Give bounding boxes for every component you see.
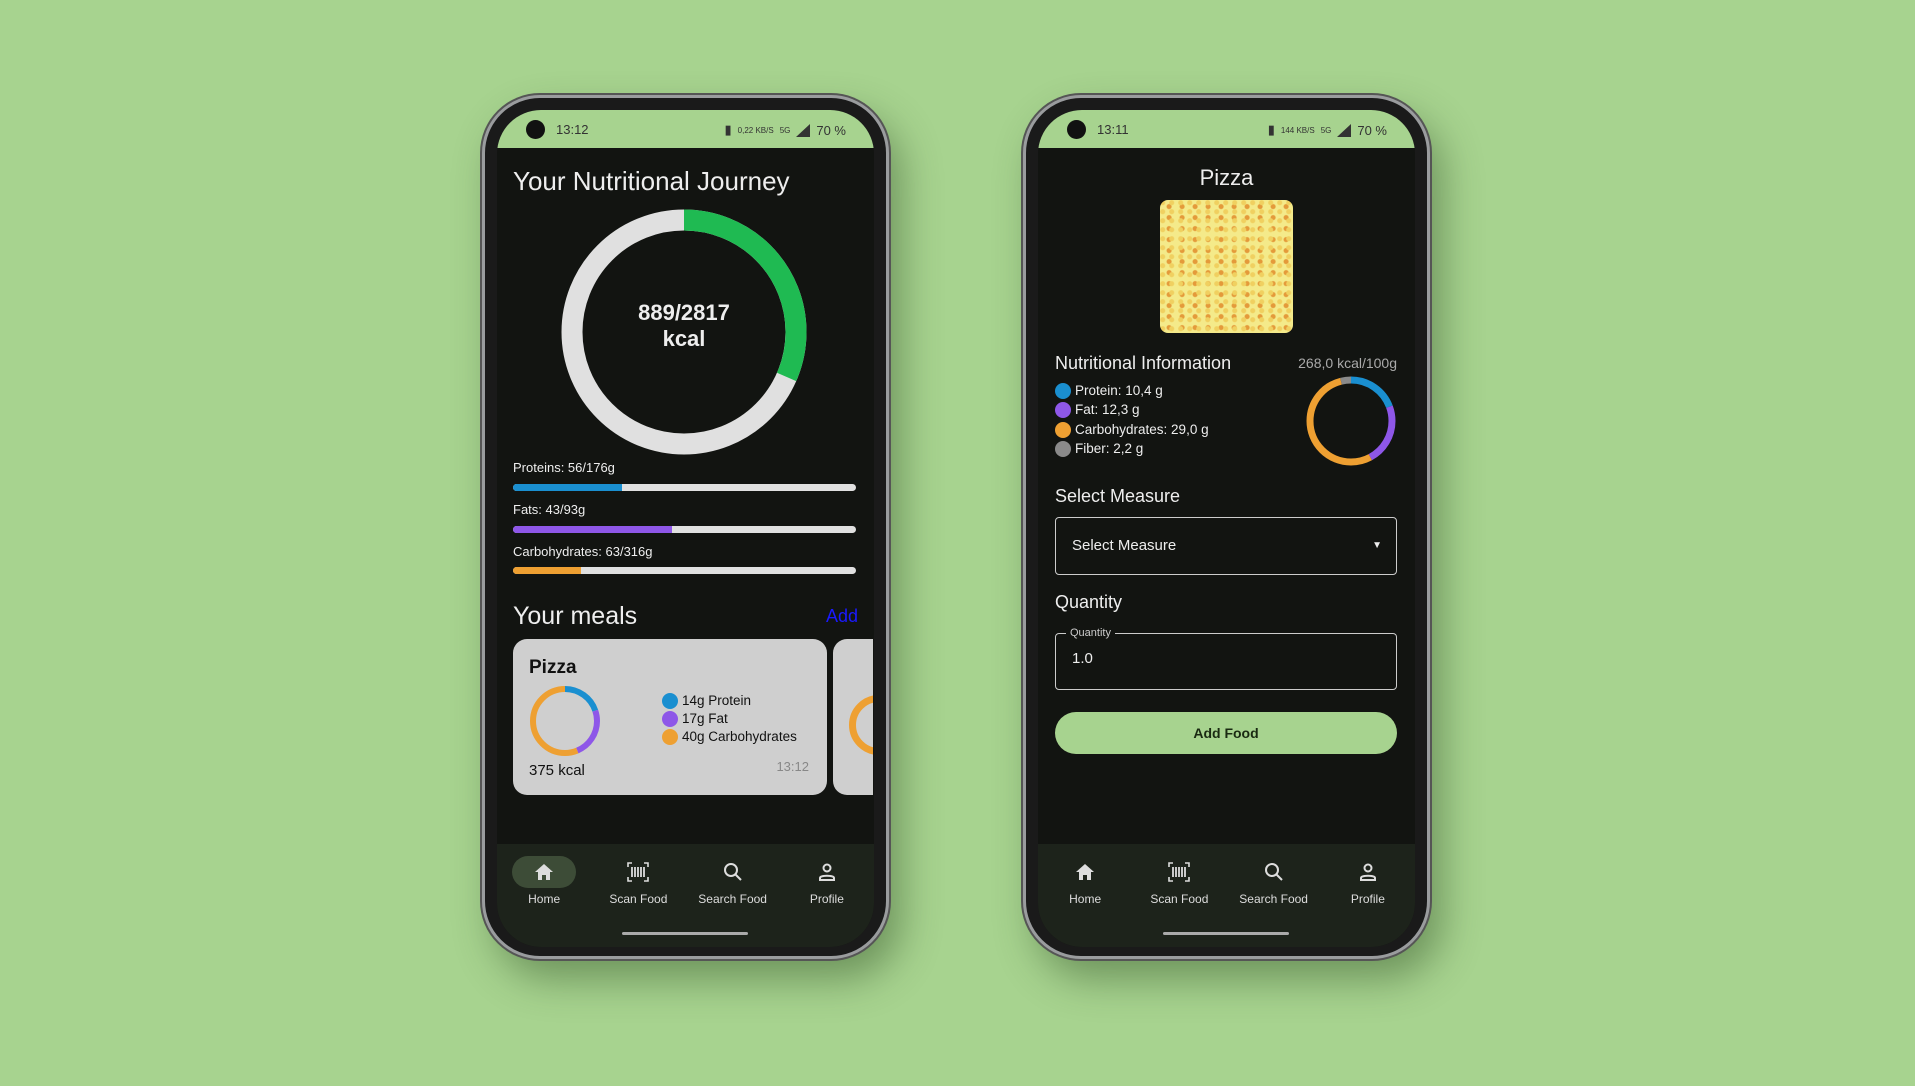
legend-fat: Fat: 12,3 g: [1055, 402, 1140, 419]
home-icon: [1053, 856, 1117, 888]
fat-value: Fat: 12,3 g: [1075, 402, 1140, 417]
fat-label: Fats: 43/93g: [513, 502, 586, 517]
carbs-value: Carbohydrates: 29,0 g: [1075, 422, 1209, 437]
home-screen: 13:12 ▮ 0,22 KB/S 5G 70 % Your Nutritional …: [497, 110, 874, 947]
carbs-bar: [513, 567, 856, 574]
network-speed: 144 KB/S: [1280, 125, 1315, 135]
kcal-per-100g: 268,0 kcal/100g: [1298, 355, 1397, 371]
search-icon: [701, 856, 765, 888]
meal-carbs: 40g Carbohydrates: [682, 729, 797, 744]
nav-label: Home: [1069, 892, 1102, 906]
add-meal-link[interactable]: Add: [826, 606, 858, 627]
fiber-value: Fiber: 2,2 g: [1075, 441, 1144, 456]
nav-label: Scan Food: [609, 892, 668, 906]
phone-food-detail: 13:11 ▮ 144 KB/S 5G 70 % Pizza Nutritional …: [1023, 95, 1430, 959]
calorie-summary: 889/2817 kcal: [584, 300, 784, 352]
quantity-heading: Quantity: [1055, 592, 1123, 612]
nav-label: Search Food: [1239, 892, 1308, 906]
signal-icon: [796, 123, 811, 137]
camera-cutout: [1067, 120, 1086, 139]
food-title: Pizza: [1199, 165, 1254, 190]
nav-label: Profile: [1350, 892, 1385, 906]
status-bar: 13:11 ▮ 144 KB/S 5G 70 %: [1038, 110, 1415, 148]
meal-fat: 17g Fat: [682, 711, 728, 726]
network-speed: 0,22 KB/S: [737, 125, 774, 135]
legend-protein: Protein: 10,4 g: [1055, 383, 1163, 400]
meal-card[interactable]: Pizza 375 kcal 14g Protein 17g Fat 40g C…: [513, 639, 827, 795]
fat-bar-fill: [513, 526, 672, 533]
carbs-dot: [1055, 422, 1071, 439]
protein-bar-fill: [513, 484, 623, 491]
calorie-unit: kcal: [662, 326, 706, 351]
meal-kcal: 375 kcal: [529, 762, 585, 779]
add-food-button[interactable]: Add Food: [1055, 712, 1397, 754]
meals-heading: Your meals: [513, 602, 638, 630]
barcode-scan-icon: [606, 856, 670, 888]
fat-dot: [662, 711, 678, 728]
legend-fiber: Fiber: 2,2 g: [1055, 441, 1144, 458]
phone-home: 13:12 ▮ 0,22 KB/S 5G 70 % Your Nutritional …: [482, 95, 889, 959]
nav-label: Profile: [809, 892, 844, 906]
nav-label: Scan Food: [1150, 892, 1209, 906]
camera-cutout: [526, 120, 545, 139]
nav-home[interactable]: Home: [497, 844, 591, 947]
battery-level: 70 %: [1357, 122, 1387, 138]
measure-select-value: Select Measure: [1072, 537, 1177, 554]
carbs-dot: [662, 729, 678, 746]
nav-label: Home: [528, 892, 561, 906]
meal-time: 13:12: [776, 759, 809, 774]
home-indicator: [1163, 932, 1289, 935]
fat-bar: [513, 526, 856, 533]
protein-bar: [513, 484, 856, 491]
nutrition-heading: Nutritional Information: [1055, 353, 1232, 373]
network-type: 5G: [1320, 125, 1332, 135]
fat-dot: [1055, 402, 1071, 419]
food-detail-screen: 13:11 ▮ 144 KB/S 5G 70 % Pizza Nutritional …: [1038, 110, 1415, 947]
search-icon: [1242, 856, 1306, 888]
measure-select[interactable]: Select Measure ▼: [1055, 517, 1397, 575]
page-title: Your Nutritional Journey: [513, 166, 790, 196]
meal-donut: [530, 686, 600, 756]
barcode-scan-icon: [1147, 856, 1211, 888]
person-icon: [795, 856, 859, 888]
nav-profile[interactable]: Profile: [1321, 844, 1415, 947]
meal-protein: 14g Protein: [682, 693, 752, 708]
status-time: 13:12: [556, 122, 589, 137]
battery-level: 70 %: [816, 122, 846, 138]
home-icon: [512, 856, 577, 888]
network-type: 5G: [779, 125, 791, 135]
measure-heading: Select Measure: [1055, 486, 1181, 506]
meal-legend: 14g Protein 17g Fat 40g Carbohydrates: [662, 692, 797, 746]
protein-dot: [1055, 383, 1071, 400]
status-time: 13:11: [1097, 122, 1129, 137]
meal-name: Pizza: [529, 657, 577, 678]
quantity-input-label: Quantity: [1066, 627, 1115, 639]
dropdown-arrow-icon: ▼: [1372, 540, 1382, 551]
vibrate-icon: ▮: [724, 122, 732, 137]
carbs-label: Carbohydrates: 63/316g: [513, 544, 653, 559]
fiber-dot: [1055, 441, 1071, 458]
nav-label: Search Food: [698, 892, 767, 906]
home-indicator: [622, 932, 748, 935]
signal-icon: [1337, 123, 1352, 137]
protein-value: Protein: 10,4 g: [1075, 383, 1163, 398]
quantity-input[interactable]: Quantity 1.0: [1055, 627, 1397, 690]
calorie-count: 889/2817: [638, 300, 730, 325]
legend-carbs: Carbohydrates: 29,0 g: [1055, 422, 1209, 439]
meal-card-next[interactable]: [833, 639, 873, 795]
food-image: [1160, 200, 1293, 333]
carbs-bar-fill: [513, 567, 582, 574]
vibrate-icon: ▮: [1267, 122, 1275, 137]
status-bar: 13:12 ▮ 0,22 KB/S 5G 70 %: [497, 110, 874, 148]
quantity-input-value: 1.0: [1072, 650, 1093, 667]
nutrition-donut: [1306, 376, 1396, 466]
meal-donut: [849, 695, 873, 755]
person-icon: [1336, 856, 1400, 888]
nav-profile[interactable]: Profile: [780, 844, 874, 947]
protein-label: Proteins: 56/176g: [513, 460, 615, 475]
protein-dot: [662, 693, 678, 710]
nav-home[interactable]: Home: [1038, 844, 1132, 947]
